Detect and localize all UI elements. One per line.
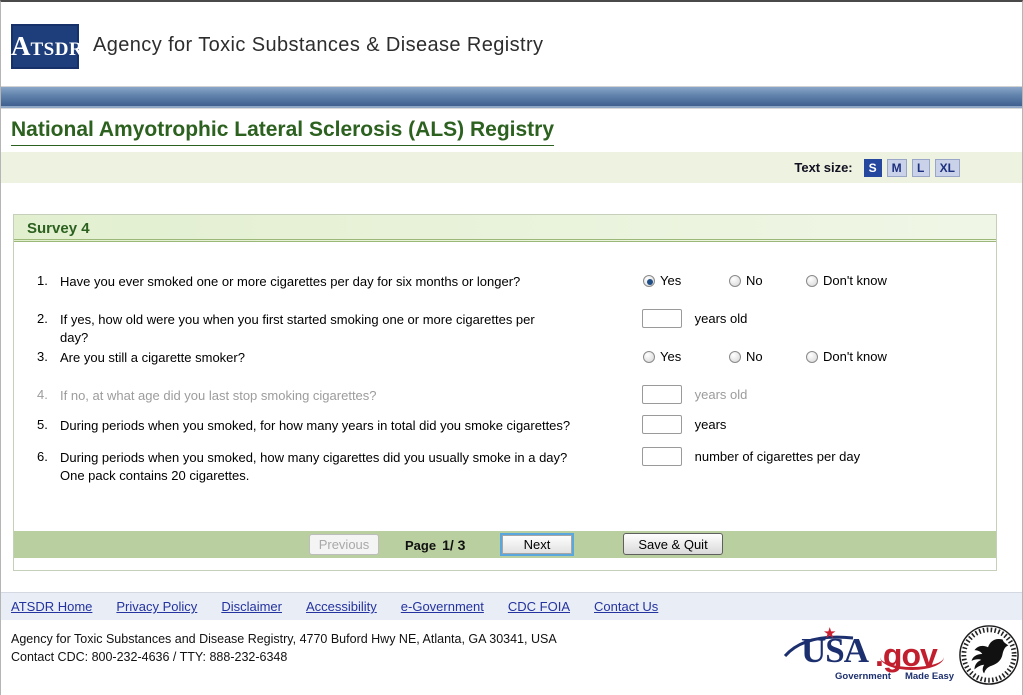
spacer	[1, 571, 1022, 592]
question-number: 2.	[37, 311, 48, 326]
radio-label: No	[746, 349, 763, 364]
question-text: During periods when you smoked, for how …	[60, 417, 620, 435]
text-size-l-button[interactable]: L	[911, 158, 930, 177]
question-line: During periods when you smoked, how many…	[60, 450, 568, 465]
footer-link-privacy-policy[interactable]: Privacy Policy	[116, 599, 197, 614]
question-answer: years old	[642, 309, 747, 333]
hhs-seal-icon[interactable]	[958, 624, 1020, 686]
page-title[interactable]: National Amyotrophic Lateral Sclerosis (…	[11, 118, 555, 146]
radio-icon[interactable]	[643, 351, 655, 363]
survey-panel-header: Survey 4	[14, 215, 996, 242]
usagov-usa-text: USA	[801, 631, 869, 670]
page-indicator: Page 1/ 3	[405, 537, 465, 553]
question-text: Are you still a cigarette smoker?	[60, 349, 620, 367]
footer-link-atsdr-home[interactable]: ATSDR Home	[11, 599, 92, 614]
question-line: day?	[60, 330, 89, 345]
question-line: Have you ever smoked one or more cigaret…	[60, 274, 521, 289]
save-quit-button[interactable]: Save & Quit	[623, 533, 723, 555]
footer-contact-line: Contact CDC: 800-232-4636 / TTY: 888-232…	[11, 650, 288, 664]
radio-icon[interactable]	[729, 275, 741, 287]
footer-link-contact-us[interactable]: Contact Us	[594, 599, 658, 614]
footer-link-accessibility[interactable]: Accessibility	[306, 599, 377, 614]
usagov-logo[interactable]: ★ USA .gov Government Made Easy	[783, 625, 954, 684]
age-started-input[interactable]	[642, 309, 682, 328]
question-line: Are you still a cigarette smoker?	[60, 350, 245, 365]
radio-icon[interactable]	[643, 275, 655, 287]
question-number: 6.	[37, 449, 48, 464]
atsdr-logo-letter: A	[11, 31, 31, 61]
text-size-label: Text size:	[794, 160, 853, 175]
page: ATSDR Agency for Toxic Substances & Dise…	[0, 0, 1023, 695]
question-text: During periods when you smoked, how many…	[60, 449, 620, 485]
question-answer: years old	[642, 385, 747, 409]
radio-label: Yes	[660, 273, 682, 288]
page-number: 1/ 3	[442, 537, 466, 553]
footer-link-cdc-foia[interactable]: CDC FOIA	[508, 599, 570, 614]
radio-icon[interactable]	[806, 275, 818, 287]
radio-label: No	[746, 273, 763, 288]
text-size-xl-button[interactable]: XL	[934, 158, 960, 177]
radio-option-no[interactable]: No	[729, 273, 763, 288]
usagov-tagline-government: Government	[835, 671, 891, 682]
survey-nav-bar: Previous Page 1/ 3 Next Save & Quit	[14, 531, 996, 558]
text-size-s-button[interactable]: S	[863, 158, 882, 177]
footer-links-bar: ATSDR Home Privacy Policy Disclaimer Acc…	[1, 592, 1022, 620]
years-smoked-input[interactable]	[642, 415, 682, 434]
question-text: If no, at what age did you last stop smo…	[60, 387, 620, 405]
radio-icon[interactable]	[806, 351, 818, 363]
input-suffix: years old	[694, 387, 748, 402]
radio-option-no[interactable]: No	[729, 349, 763, 364]
header-blue-bar	[1, 87, 1022, 106]
footer-link-disclaimer[interactable]: Disclaimer	[221, 599, 282, 614]
input-suffix: number of cigarettes per day	[694, 449, 861, 464]
input-suffix: years old	[694, 311, 748, 326]
question-number: 4.	[37, 387, 48, 402]
survey-panel: Survey 4 1. Have you ever smoked one or …	[13, 214, 997, 571]
age-stopped-input[interactable]	[642, 385, 682, 404]
footer-address-line: Agency for Toxic Substances and Disease …	[11, 632, 557, 646]
agency-name: Agency for Toxic Substances & Disease Re…	[93, 34, 544, 56]
spacer	[1, 183, 1022, 214]
atsdr-logo-rest: TSDR	[30, 39, 84, 60]
footer: Agency for Toxic Substances and Disease …	[1, 620, 1022, 693]
text-size-m-button[interactable]: M	[886, 158, 907, 177]
radio-option-yes[interactable]: Yes	[643, 273, 681, 288]
question-line: If no, at what age did you last stop smo…	[60, 388, 377, 403]
footer-link-e-government[interactable]: e-Government	[401, 599, 484, 614]
atsdr-logo[interactable]: ATSDR	[11, 24, 83, 69]
text-size-toolbar: Text size: S M L XL	[1, 152, 1022, 183]
radio-label: Don't know	[823, 349, 887, 364]
radio-label: Don't know	[823, 273, 887, 288]
footer-address: Agency for Toxic Substances and Disease …	[11, 630, 557, 666]
radio-option-dont-know[interactable]: Don't know	[806, 349, 887, 364]
question-text: If yes, how old were you when you first …	[60, 311, 620, 347]
question-answer: years	[642, 415, 726, 439]
survey-title: Survey 4	[27, 220, 90, 237]
page-word: Page	[405, 538, 437, 553]
radio-icon[interactable]	[729, 351, 741, 363]
question-number: 3.	[37, 349, 48, 364]
radio-option-dont-know[interactable]: Don't know	[806, 273, 887, 288]
usagov-tagline-made-easy: Made Easy	[904, 671, 955, 682]
next-button[interactable]: Next	[500, 533, 574, 556]
question-answer: number of cigarettes per day	[642, 447, 860, 471]
title-area: National Amyotrophic Lateral Sclerosis (…	[1, 109, 1022, 152]
question-text: Have you ever smoked one or more cigaret…	[60, 273, 620, 291]
radio-option-yes[interactable]: Yes	[643, 349, 681, 364]
input-suffix: years	[694, 417, 727, 432]
cigarettes-per-day-input[interactable]	[642, 447, 682, 466]
question-number: 1.	[37, 273, 48, 288]
question-line: During periods when you smoked, for how …	[60, 418, 571, 433]
question-line: If yes, how old were you when you first …	[60, 312, 535, 327]
question-line: One pack contains 20 cigarettes.	[60, 468, 250, 483]
radio-label: Yes	[660, 349, 682, 364]
usagov-tagline: Government Made Easy	[835, 671, 954, 682]
masthead: ATSDR Agency for Toxic Substances & Dise…	[1, 2, 1022, 87]
previous-button[interactable]: Previous	[309, 534, 379, 555]
question-number: 5.	[37, 417, 48, 432]
